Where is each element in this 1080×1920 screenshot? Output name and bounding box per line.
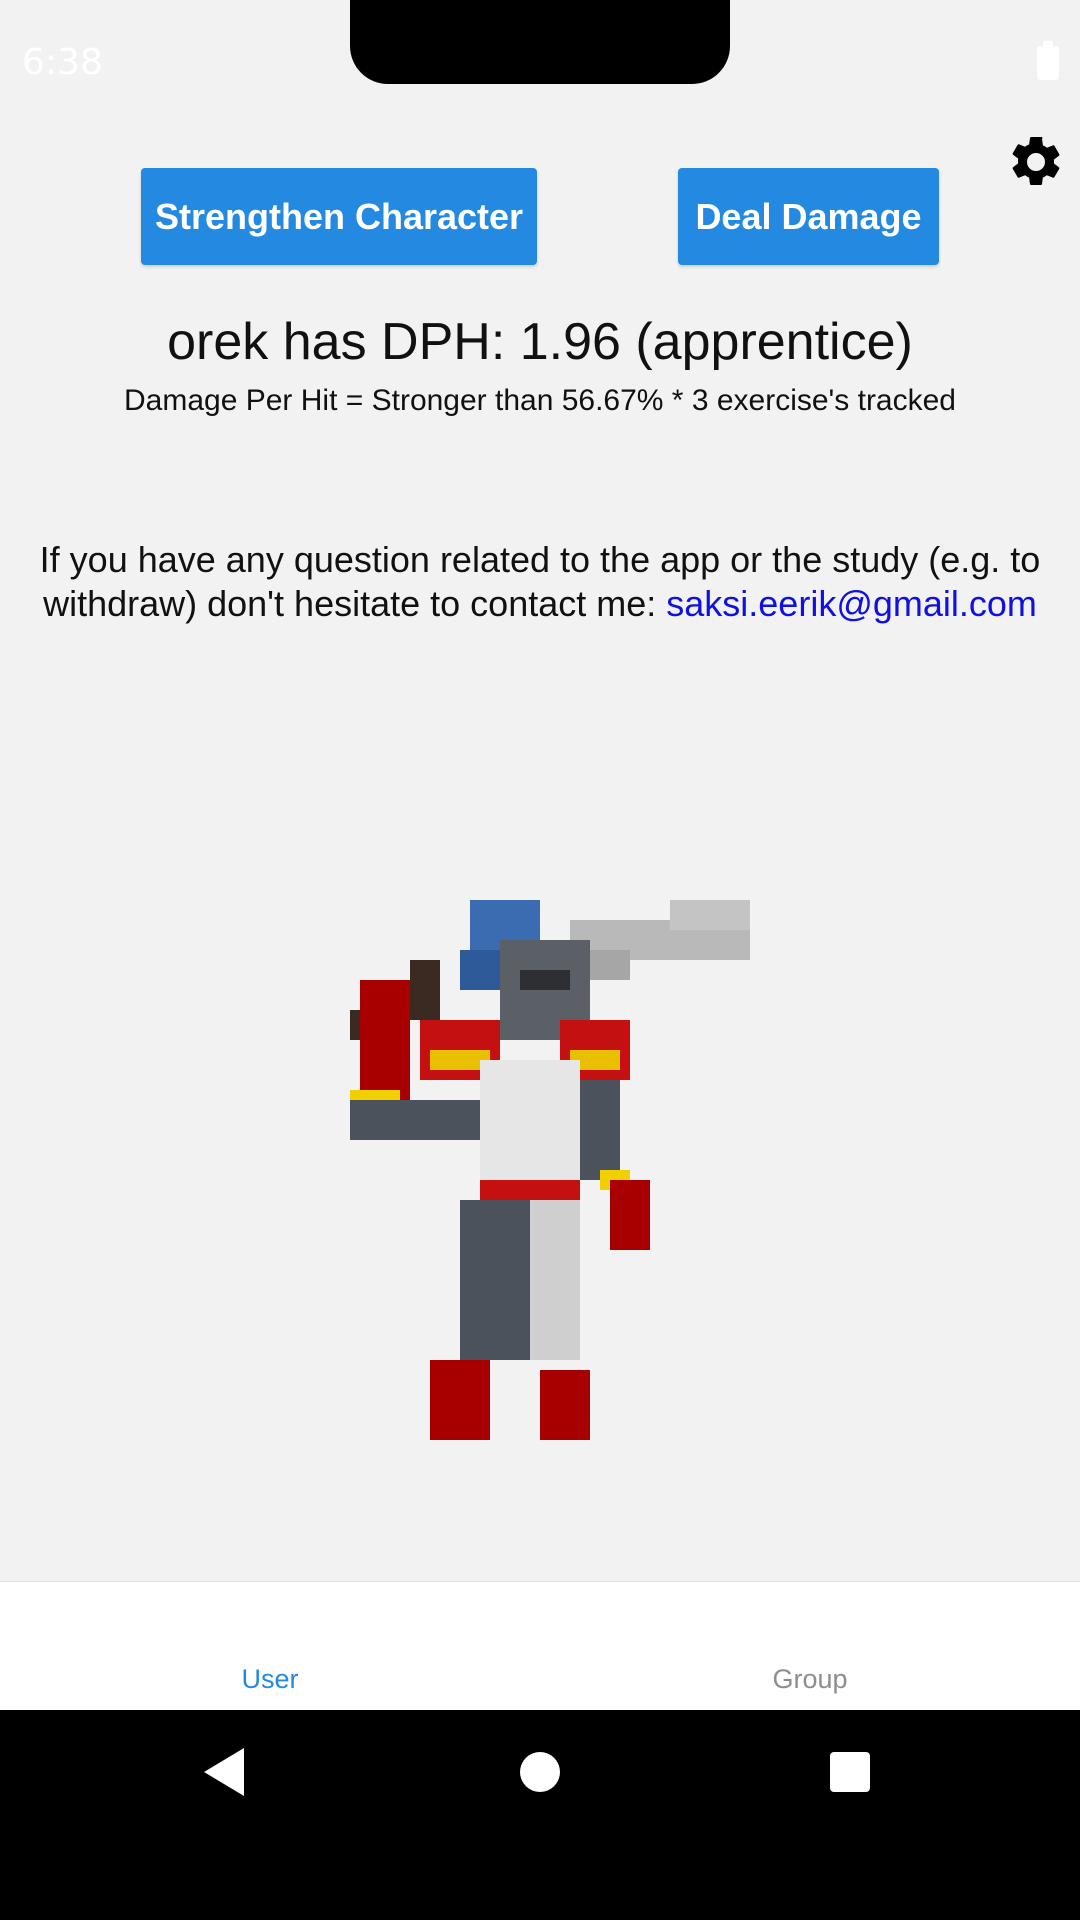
bottom-tab-bar: User Group bbox=[0, 1581, 1080, 1710]
sword-tip bbox=[670, 900, 750, 930]
left-leg bbox=[460, 1200, 530, 1360]
home-icon[interactable] bbox=[520, 1752, 560, 1792]
dph-formula: Damage Per Hit = Stronger than 56.67% * … bbox=[124, 384, 956, 417]
right-leg bbox=[530, 1200, 580, 1360]
left-glove bbox=[360, 980, 410, 1100]
status-bar: 6:38 bbox=[0, 0, 1080, 128]
right-boot bbox=[540, 1370, 590, 1440]
right-glove bbox=[610, 1180, 650, 1250]
torso-tabard bbox=[480, 1060, 580, 1180]
left-forearm bbox=[350, 1100, 480, 1140]
belt bbox=[480, 1180, 580, 1200]
contact-message: If you have any question related to the … bbox=[20, 538, 1060, 626]
system-navigation-bar bbox=[0, 1710, 1080, 1920]
left-boot bbox=[430, 1360, 490, 1440]
contact-email-link[interactable]: saksi.eerik@gmail.com bbox=[666, 583, 1037, 624]
gear-icon[interactable] bbox=[1006, 132, 1066, 192]
knight-character-sprite bbox=[350, 900, 750, 1440]
camera-notch bbox=[350, 0, 730, 84]
right-arm bbox=[580, 1080, 620, 1180]
back-icon[interactable] bbox=[204, 1748, 244, 1796]
helmet-visor bbox=[520, 970, 570, 990]
tab-user[interactable]: User bbox=[0, 1582, 540, 1711]
dph-headline: orek has DPH: 1.96 (apprentice) bbox=[167, 313, 913, 371]
club-head bbox=[410, 960, 440, 1020]
helmet-plume-lower bbox=[460, 950, 500, 990]
strengthen-character-button[interactable]: Strengthen Character bbox=[141, 168, 537, 265]
battery-icon bbox=[1037, 41, 1059, 80]
status-time: 6:38 bbox=[22, 42, 103, 83]
tab-group[interactable]: Group bbox=[540, 1582, 1080, 1711]
recent-apps-icon[interactable] bbox=[830, 1752, 870, 1792]
deal-damage-button[interactable]: Deal Damage bbox=[678, 168, 939, 265]
